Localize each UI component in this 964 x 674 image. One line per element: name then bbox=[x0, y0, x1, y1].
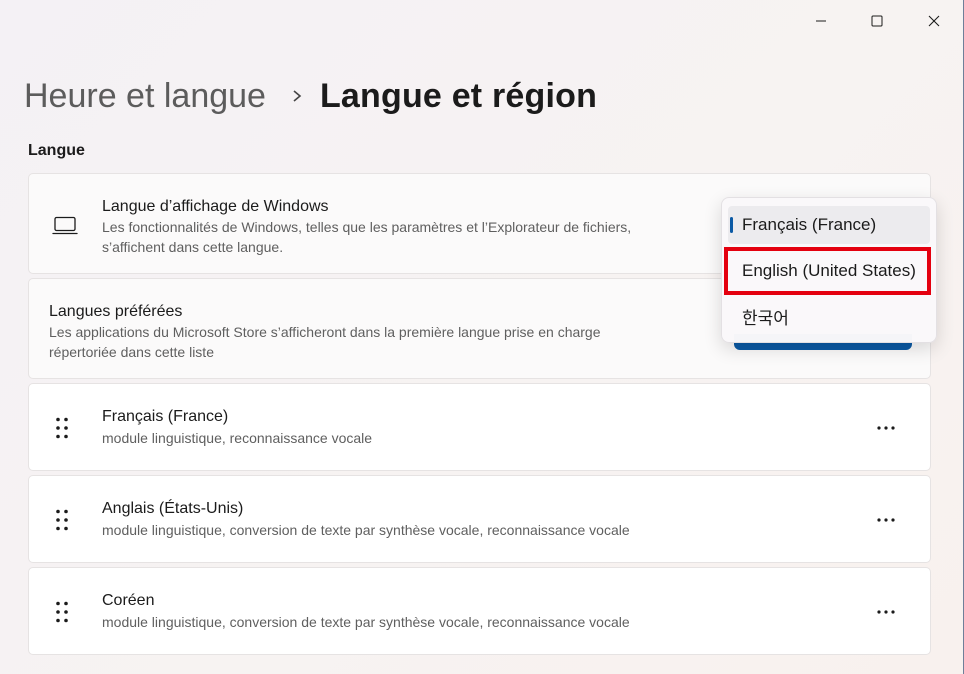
breadcrumb: Heure et langue Langue et région bbox=[24, 72, 597, 120]
dropdown-option-label: Français (France) bbox=[742, 215, 877, 234]
display-language-description: Les fonctionnalités de Windows, telles q… bbox=[102, 217, 631, 257]
language-features: module linguistique, conversion de texte… bbox=[102, 614, 630, 630]
preferred-languages-desc-line: Les applications du Microsoft Store s’af… bbox=[49, 324, 601, 340]
more-horizontal-icon bbox=[877, 610, 895, 614]
more-horizontal-icon bbox=[877, 426, 895, 430]
minimize-icon bbox=[816, 20, 826, 22]
dropdown-option-french[interactable]: Français (France) bbox=[728, 206, 930, 244]
section-title-langue: Langue bbox=[28, 142, 85, 159]
maximize-icon bbox=[871, 15, 883, 27]
more-horizontal-icon bbox=[877, 518, 895, 522]
breadcrumb-parent-link[interactable]: Heure et langue bbox=[24, 77, 266, 116]
language-row-korean[interactable]: Coréen module linguistique, conversion d… bbox=[28, 567, 931, 655]
preferred-languages-title: Langues préférées bbox=[49, 303, 183, 320]
language-name: Français (France) bbox=[102, 408, 229, 425]
language-row-english[interactable]: Anglais (États-Unis) module linguistique… bbox=[28, 475, 931, 563]
maximize-button[interactable] bbox=[854, 6, 900, 36]
drag-handle-icon[interactable] bbox=[55, 509, 69, 531]
language-name: Coréen bbox=[102, 592, 155, 609]
minimize-button[interactable] bbox=[798, 6, 844, 36]
language-row-french[interactable]: Français (France) module linguistique, r… bbox=[28, 383, 931, 471]
chevron-right-icon bbox=[293, 90, 302, 102]
close-icon bbox=[928, 15, 940, 27]
more-options-button[interactable] bbox=[872, 598, 900, 626]
more-options-button[interactable] bbox=[872, 414, 900, 442]
preferred-languages-description: Les applications du Microsoft Store s’af… bbox=[49, 322, 601, 362]
display-language-desc-line: s’affichent dans cette langue. bbox=[102, 239, 284, 255]
language-features: module linguistique, conversion de texte… bbox=[102, 522, 630, 538]
selection-indicator bbox=[730, 217, 733, 233]
close-button[interactable] bbox=[911, 6, 957, 36]
highlight-annotation-box bbox=[724, 247, 931, 295]
language-name: Anglais (États-Unis) bbox=[102, 500, 244, 517]
page-title: Langue et région bbox=[319, 76, 598, 115]
dropdown-option-label: 한국어 bbox=[742, 308, 789, 328]
display-language-desc-line: Les fonctionnalités de Windows, telles q… bbox=[102, 219, 632, 235]
display-language-title: Langue d’affichage de Windows bbox=[102, 198, 329, 215]
laptop-icon bbox=[52, 216, 78, 235]
dropdown-option-korean[interactable]: 한국어 bbox=[728, 297, 930, 335]
drag-handle-icon[interactable] bbox=[55, 417, 69, 439]
drag-handle-icon[interactable] bbox=[55, 601, 69, 623]
language-features: module linguistique, reconnaissance voca… bbox=[102, 430, 373, 446]
preferred-languages-desc-line: répertoriée dans cette liste bbox=[49, 344, 214, 360]
more-options-button[interactable] bbox=[872, 506, 900, 534]
